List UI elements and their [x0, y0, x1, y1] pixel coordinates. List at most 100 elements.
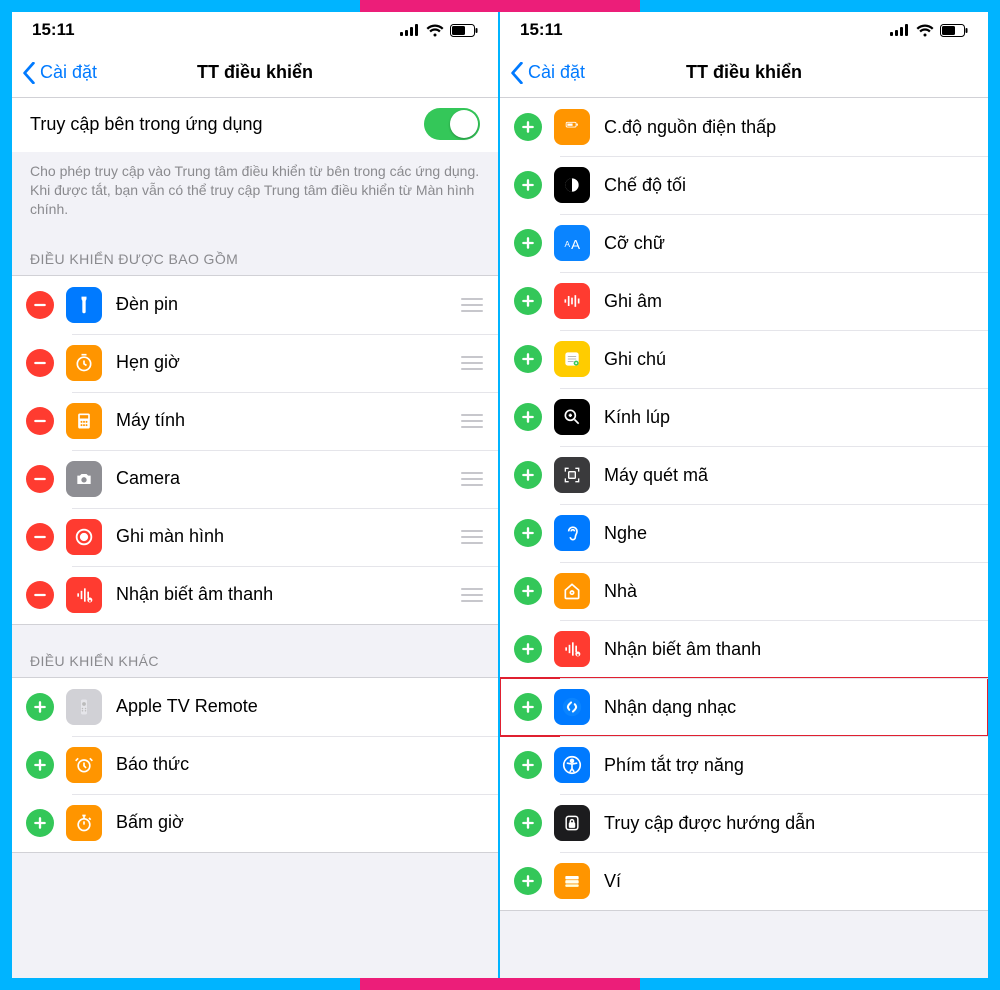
control-row: Nhận biết âm thanh — [12, 566, 498, 624]
remove-control-button[interactable] — [26, 349, 54, 377]
add-control-button[interactable] — [514, 113, 542, 141]
control-label: Phím tắt trợ năng — [604, 755, 974, 776]
control-row: Chế độ tối — [500, 156, 988, 214]
control-label: Máy quét mã — [604, 465, 974, 486]
add-control-button[interactable] — [26, 751, 54, 779]
reorder-handle[interactable] — [460, 356, 484, 370]
left-screenshot: 15:11 Cài đặt TT điều khiển — [12, 12, 500, 978]
control-row: Bấm giờ — [12, 794, 498, 852]
control-row: Nhận biết âm thanh — [500, 620, 988, 678]
control-row: Truy cập được hướng dẫn — [500, 794, 988, 852]
reorder-handle[interactable] — [460, 414, 484, 428]
control-label: Nhận biết âm thanh — [116, 584, 460, 605]
control-label: Chế độ tối — [604, 175, 974, 196]
control-label: Camera — [116, 468, 460, 489]
control-label: Kính lúp — [604, 407, 974, 428]
notes-icon — [554, 341, 590, 377]
darkmode-icon — [554, 167, 590, 203]
control-label: Bấm giờ — [116, 812, 484, 833]
record-icon — [66, 519, 102, 555]
add-control-button[interactable] — [514, 403, 542, 431]
reorder-handle[interactable] — [460, 472, 484, 486]
lock-icon — [554, 805, 590, 841]
svg-text:A: A — [565, 239, 571, 249]
control-row: Máy tính — [12, 392, 498, 450]
control-label: Hẹn giờ — [116, 352, 460, 373]
control-row: Phím tắt trợ năng — [500, 736, 988, 794]
control-row: C.độ nguồn điện thấp — [500, 98, 988, 156]
cellular-icon — [890, 24, 910, 36]
add-control-button[interactable] — [514, 635, 542, 663]
control-label: Đèn pin — [116, 294, 460, 315]
add-control-button[interactable] — [514, 171, 542, 199]
settings-scroll[interactable]: Truy cập bên trong ứng dụng Cho phép tru… — [12, 98, 498, 978]
control-row: Máy quét mã — [500, 446, 988, 504]
add-control-button[interactable] — [514, 867, 542, 895]
add-control-button[interactable] — [26, 693, 54, 721]
back-button[interactable]: Cài đặt — [510, 62, 585, 84]
nav-bar: Cài đặt TT điều khiển — [12, 48, 498, 98]
control-row: Nhà — [500, 562, 988, 620]
chevron-left-icon — [510, 62, 524, 84]
add-control-button[interactable] — [514, 577, 542, 605]
chevron-left-icon — [22, 62, 36, 84]
access-within-apps-row: Truy cập bên trong ứng dụng — [12, 98, 498, 152]
section-header-included: ĐIỀU KHIỂN ĐƯỢC BAO GỒM — [12, 223, 498, 275]
access-within-apps-toggle[interactable] — [424, 108, 480, 140]
control-label: Nhà — [604, 581, 974, 602]
control-row: Kính lúp — [500, 388, 988, 446]
control-row: Ghi chú — [500, 330, 988, 388]
voicememo-icon — [554, 283, 590, 319]
control-row: AA Cỡ chữ — [500, 214, 988, 272]
reorder-handle[interactable] — [460, 530, 484, 544]
remove-control-button[interactable] — [26, 407, 54, 435]
control-row: Nghe — [500, 504, 988, 562]
add-control-button[interactable] — [514, 693, 542, 721]
settings-scroll[interactable]: C.độ nguồn điện thấp Chế độ tối AA Cỡ ch… — [500, 98, 988, 978]
control-label: Cỡ chữ — [604, 233, 974, 254]
back-button[interactable]: Cài đặt — [22, 62, 97, 84]
control-row: Ghi màn hình — [12, 508, 498, 566]
control-label: Máy tính — [116, 410, 460, 431]
add-control-button[interactable] — [514, 229, 542, 257]
control-label: Báo thức — [116, 754, 484, 775]
battery-icon — [940, 24, 968, 37]
control-row: Nhận dạng nhạc — [500, 678, 988, 736]
add-control-button[interactable] — [514, 519, 542, 547]
soundwave-icon — [66, 577, 102, 613]
status-time: 15:11 — [32, 20, 75, 40]
control-label: Nhận dạng nhạc — [604, 697, 974, 718]
reorder-handle[interactable] — [460, 588, 484, 602]
control-label: Ví — [604, 871, 974, 892]
control-label: Nhận biết âm thanh — [604, 639, 974, 660]
calculator-icon — [66, 403, 102, 439]
remove-control-button[interactable] — [26, 581, 54, 609]
soundwave-icon — [554, 631, 590, 667]
control-row: Báo thức — [12, 736, 498, 794]
control-label: Ghi màn hình — [116, 526, 460, 547]
control-label: C.độ nguồn điện thấp — [604, 117, 974, 138]
control-row: Apple TV Remote — [12, 678, 498, 736]
add-control-button[interactable] — [514, 287, 542, 315]
ear-icon — [554, 515, 590, 551]
shazam-icon — [554, 689, 590, 725]
accessibility-icon — [554, 747, 590, 783]
add-control-button[interactable] — [514, 809, 542, 837]
status-indicators — [890, 24, 968, 37]
remove-control-button[interactable] — [26, 465, 54, 493]
alarm-icon — [66, 747, 102, 783]
add-control-button[interactable] — [514, 461, 542, 489]
access-explanation: Cho phép truy cập vào Trung tâm điều khi… — [12, 152, 498, 223]
status-bar: 15:11 — [500, 12, 988, 48]
remove-control-button[interactable] — [26, 523, 54, 551]
add-control-button[interactable] — [514, 345, 542, 373]
access-within-apps-label: Truy cập bên trong ứng dụng — [30, 114, 263, 135]
reorder-handle[interactable] — [460, 298, 484, 312]
add-control-button[interactable] — [514, 751, 542, 779]
stopwatch-icon — [66, 805, 102, 841]
remove-control-button[interactable] — [26, 291, 54, 319]
included-controls-list: Đèn pin Hẹn giờ Máy tính Camera Ghi màn … — [12, 275, 498, 625]
battery-icon — [554, 109, 590, 145]
svg-text:A: A — [571, 237, 580, 252]
add-control-button[interactable] — [26, 809, 54, 837]
